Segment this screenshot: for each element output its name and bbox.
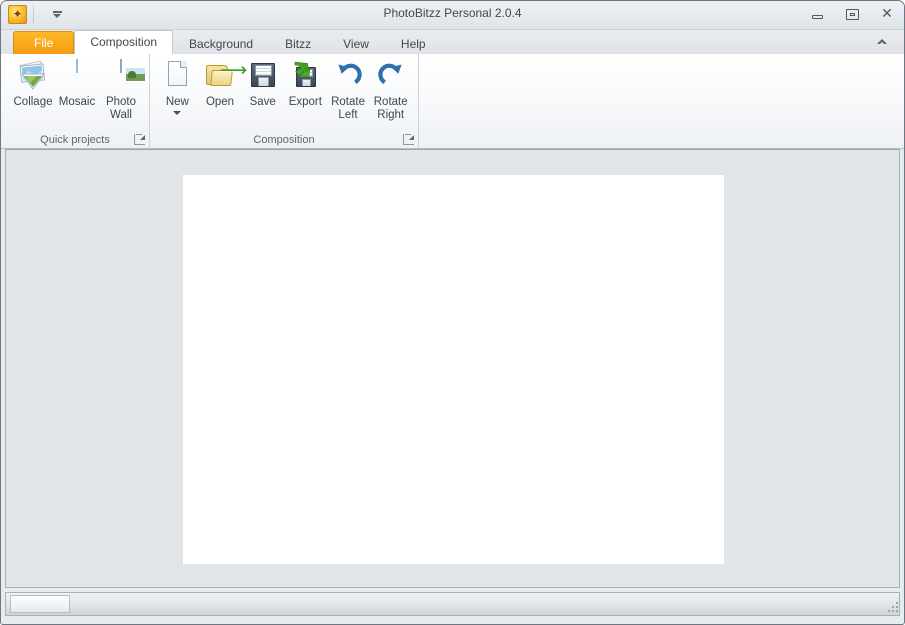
collage-label: Collage bbox=[13, 96, 53, 108]
application-window: ✦ PhotoBitzz Personal 2.0.4 ✕ File Compo… bbox=[0, 0, 905, 625]
maximize-icon bbox=[845, 8, 859, 20]
close-icon: ✕ bbox=[881, 6, 893, 22]
collage-button[interactable]: Collage bbox=[11, 57, 55, 109]
ribbon-tab-strip: File Composition Background Bitzz View H… bbox=[1, 30, 904, 54]
floppy-label bbox=[254, 65, 272, 76]
new-document-icon-art bbox=[168, 61, 188, 86]
mosaic-label: Mosaic bbox=[58, 96, 96, 108]
save-floppy-icon bbox=[247, 60, 279, 92]
mosaic-icon bbox=[61, 59, 93, 92]
ribbon-group-quick-projects: Collage Mosaic Photo Wall Quick projects bbox=[1, 54, 149, 148]
tab-file[interactable]: File bbox=[13, 31, 75, 54]
workspace-area[interactable] bbox=[5, 149, 900, 588]
collage-icon-art bbox=[19, 60, 46, 90]
floppy-shutter bbox=[257, 77, 269, 86]
collapse-ribbon-button[interactable] bbox=[872, 32, 892, 50]
mosaic-icon-art bbox=[76, 59, 78, 73]
window-controls: ✕ bbox=[806, 5, 898, 23]
dialog-launcher-icon[interactable] bbox=[134, 134, 145, 145]
export-button[interactable]: Export bbox=[284, 57, 327, 109]
tab-background-label: Background bbox=[189, 37, 254, 51]
minimize-icon bbox=[811, 14, 823, 19]
tab-view-label: View bbox=[343, 37, 369, 51]
rotate-left-icon bbox=[332, 60, 364, 92]
new-label: New bbox=[165, 96, 189, 108]
export-green-arrow-icon bbox=[295, 61, 311, 78]
resize-grip-icon[interactable] bbox=[886, 600, 898, 612]
ribbon-empty-space bbox=[419, 54, 904, 148]
rotate-right-button[interactable]: Rotate Right bbox=[369, 57, 412, 122]
dialog-launcher-icon[interactable] bbox=[403, 134, 414, 145]
rotate-left-button[interactable]: Rotate Left bbox=[327, 57, 370, 122]
chevron-up-icon bbox=[877, 38, 887, 45]
photo-wall-thumb bbox=[125, 67, 146, 82]
composition-group-footer: Composition bbox=[150, 132, 418, 148]
tab-composition-label: Composition bbox=[90, 35, 158, 49]
tab-file-label: File bbox=[34, 36, 54, 50]
tab-composition[interactable]: Composition bbox=[74, 30, 174, 54]
ribbon: Collage Mosaic Photo Wall Quick projects… bbox=[1, 54, 904, 149]
tab-help-label: Help bbox=[400, 37, 426, 51]
status-bar bbox=[5, 592, 900, 616]
new-dropdown-caret-icon[interactable] bbox=[173, 111, 182, 115]
quick-projects-group-footer: Quick projects bbox=[1, 132, 149, 148]
photo-wall-button[interactable]: Photo Wall bbox=[99, 57, 146, 122]
title-bar: ✦ PhotoBitzz Personal 2.0.4 ✕ bbox=[1, 1, 904, 30]
status-panel bbox=[10, 595, 70, 613]
tab-bitzz-label: Bitzz bbox=[285, 37, 312, 51]
composition-group-title: Composition bbox=[253, 134, 315, 146]
minimize-button[interactable] bbox=[806, 5, 828, 23]
tab-bitzz[interactable]: Bitzz bbox=[269, 32, 327, 54]
export-icon bbox=[289, 60, 321, 92]
save-button[interactable]: Save bbox=[241, 57, 284, 109]
rotate-right-icon bbox=[375, 60, 407, 92]
folder-green-arrow-icon: ⟶ bbox=[220, 59, 248, 81]
photo-wall-label: Photo Wall bbox=[105, 96, 137, 121]
ribbon-group-composition: New ⟶ Open Save Export Rotate Left Rotat… bbox=[149, 54, 419, 148]
close-button[interactable]: ✕ bbox=[876, 5, 898, 23]
collage-icon bbox=[17, 60, 49, 92]
ribbon-tabs: File Composition Background Bitzz View H… bbox=[13, 30, 442, 54]
open-folder-icon: ⟶ bbox=[204, 60, 247, 92]
composition-canvas[interactable] bbox=[183, 175, 724, 564]
new-document-icon bbox=[161, 60, 193, 92]
tab-view[interactable]: View bbox=[327, 32, 385, 54]
photo-wall-icon bbox=[105, 59, 146, 92]
open-button[interactable]: ⟶ Open bbox=[199, 57, 247, 109]
save-floppy-icon-art bbox=[250, 63, 275, 87]
save-label: Save bbox=[249, 96, 276, 108]
open-label: Open bbox=[205, 96, 235, 108]
new-button[interactable]: New bbox=[156, 57, 199, 115]
rotate-left-label: Rotate Left bbox=[331, 96, 365, 121]
export-label: Export bbox=[288, 96, 322, 108]
maximize-button[interactable] bbox=[841, 5, 863, 23]
rotate-right-icon-art bbox=[378, 63, 402, 85]
quick-projects-group-title: Quick projects bbox=[40, 134, 110, 146]
window-title: PhotoBitzz Personal 2.0.4 bbox=[383, 6, 522, 20]
photo-wall-icon-art bbox=[120, 59, 146, 82]
tab-background[interactable]: Background bbox=[173, 32, 269, 54]
mosaic-button[interactable]: Mosaic bbox=[55, 57, 99, 109]
composition-items: New ⟶ Open Save Export Rotate Left Rotat… bbox=[150, 57, 418, 132]
rotate-left-icon-art bbox=[338, 63, 362, 85]
quick-projects-items: Collage Mosaic Photo Wall bbox=[1, 57, 149, 132]
rotate-right-label: Rotate Right bbox=[373, 96, 408, 121]
tab-help[interactable]: Help bbox=[385, 32, 442, 54]
